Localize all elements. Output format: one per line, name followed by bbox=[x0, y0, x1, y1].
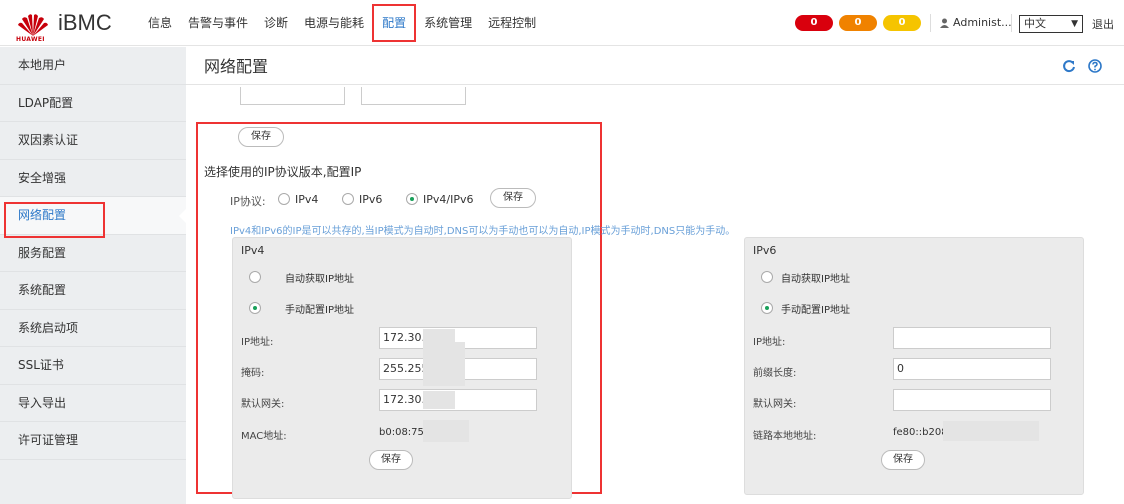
protocol-label: IP协议: bbox=[230, 195, 266, 208]
divider bbox=[930, 14, 931, 32]
mac-label: MAC地址: bbox=[241, 431, 287, 442]
ipv6-address-input[interactable] bbox=[893, 327, 1051, 349]
nav-diagnosis[interactable]: 诊断 bbox=[256, 0, 296, 46]
panel-title: IPv6 bbox=[753, 244, 777, 257]
divider bbox=[1011, 14, 1012, 32]
user-menu[interactable]: Administ... bbox=[940, 16, 1012, 29]
ipv6-save-button[interactable]: 保存 bbox=[881, 450, 925, 470]
user-name: Administ... bbox=[953, 16, 1012, 29]
ipv4-save-button[interactable]: 保存 bbox=[369, 450, 413, 470]
link-local-value: fe80::b208 bbox=[893, 427, 948, 438]
active-arrow bbox=[179, 209, 186, 223]
chevron-down-icon: ▼ bbox=[1071, 19, 1078, 29]
nav-remote-control[interactable]: 远程控制 bbox=[480, 0, 544, 46]
help-icon[interactable] bbox=[1088, 59, 1102, 73]
section-title: 选择使用的IP协议版本,配置IP bbox=[204, 165, 362, 179]
radio-ipv4-manual[interactable] bbox=[249, 302, 261, 314]
ipv4-gateway-input[interactable]: 172.30.3 bbox=[379, 389, 537, 411]
sidebar-item-ldap[interactable]: LDAP配置 bbox=[0, 85, 186, 122]
save-button[interactable]: 保存 bbox=[238, 127, 284, 147]
nav-alarms[interactable]: 告警与事件 bbox=[180, 0, 256, 46]
field-stub bbox=[240, 87, 345, 105]
nav-power[interactable]: 电源与能耗 bbox=[296, 0, 372, 46]
ipv6-prefix-input[interactable]: 0 bbox=[893, 358, 1051, 380]
highlight-box bbox=[4, 202, 105, 238]
radio-label: IPv4/IPv6 bbox=[423, 193, 474, 206]
redaction bbox=[423, 391, 455, 409]
mask-label: 掩码: bbox=[241, 368, 265, 379]
radio-ipv4-ipv6[interactable] bbox=[406, 193, 418, 205]
radio-ipv4[interactable] bbox=[278, 193, 290, 205]
sidebar: 本地用户 LDAP配置 双因素认证 安全增强 网络配置 服务配置 系统配置 系统… bbox=[0, 47, 186, 504]
link-local-label: 链路本地地址: bbox=[753, 431, 817, 442]
nav-system-management[interactable]: 系统管理 bbox=[416, 0, 480, 46]
radio-label: 手动配置IP地址 bbox=[285, 305, 354, 316]
radio-ipv6[interactable] bbox=[342, 193, 354, 205]
radio-label: IPv4 bbox=[295, 193, 319, 206]
radio-ipv6-auto[interactable] bbox=[761, 271, 773, 283]
ipv6-gateway-input[interactable] bbox=[893, 389, 1051, 411]
prefix-label: 前缀长度: bbox=[753, 368, 797, 379]
main-content: 网络配置 保存 选择使用的IP协议版本,配置IP IP协议: IPv4 IPv6… bbox=[186, 47, 1124, 504]
field-stub bbox=[361, 87, 466, 105]
radio-label: 手动配置IP地址 bbox=[781, 305, 850, 316]
nav-info[interactable]: 信息 bbox=[140, 0, 180, 46]
gateway-label: 默认网关: bbox=[753, 399, 797, 410]
major-alarm-badge[interactable]: 0 bbox=[839, 15, 877, 31]
ip-label: IP地址: bbox=[753, 337, 786, 348]
sidebar-item-services[interactable]: 服务配置 bbox=[0, 235, 186, 272]
brand-title: iBMC bbox=[58, 10, 112, 35]
critical-alarm-badge[interactable]: 0 bbox=[795, 15, 833, 31]
radio-label: 自动获取IP地址 bbox=[285, 274, 354, 285]
sidebar-item-license[interactable]: 许可证管理 bbox=[0, 422, 186, 460]
ipv6-panel: IPv6 自动获取IP地址 手动配置IP地址 IP地址: 前缀长度: 0 默认网… bbox=[744, 237, 1084, 495]
ip-label: IP地址: bbox=[241, 337, 274, 348]
sidebar-item-boot[interactable]: 系统启动项 bbox=[0, 310, 186, 347]
refresh-icon[interactable] bbox=[1062, 59, 1076, 73]
sidebar-item-system[interactable]: 系统配置 bbox=[0, 272, 186, 310]
mac-value: b0:08:75 bbox=[379, 427, 424, 438]
sidebar-item-import-export[interactable]: 导入导出 bbox=[0, 385, 186, 422]
main-nav: 信息 告警与事件 诊断 电源与能耗 配置 系统管理 远程控制 bbox=[140, 0, 544, 46]
gateway-label: 默认网关: bbox=[241, 399, 285, 410]
ipv4-panel: IPv4 自动获取IP地址 手动配置IP地址 IP地址: 172.30.3 掩码… bbox=[232, 237, 572, 499]
language-select[interactable]: 中文 ▼ bbox=[1019, 15, 1083, 33]
sidebar-item-security[interactable]: 安全增强 bbox=[0, 160, 186, 197]
logo-text: HUAWEI bbox=[16, 36, 45, 43]
info-note: IPv4和IPv6的IP是可以共存的,当IP模式为自动时,DNS可以为手动也可以… bbox=[230, 226, 736, 237]
sidebar-item-network[interactable]: 网络配置 bbox=[0, 197, 186, 238]
nav-config[interactable]: 配置 bbox=[372, 4, 417, 42]
top-bar: HUAWEI iBMC 信息 告警与事件 诊断 电源与能耗 配置 系统管理 远程… bbox=[0, 0, 1124, 46]
page-title: 网络配置 bbox=[204, 57, 269, 76]
language-value: 中文 bbox=[1024, 17, 1046, 30]
radio-label: IPv6 bbox=[359, 193, 383, 206]
panel-title: IPv4 bbox=[241, 244, 265, 257]
sidebar-item-local-users[interactable]: 本地用户 bbox=[0, 47, 186, 85]
logout-link[interactable]: 退出 bbox=[1092, 16, 1114, 32]
alarm-badges: 0 0 0 bbox=[795, 15, 921, 31]
radio-ipv4-auto[interactable] bbox=[249, 271, 261, 283]
sidebar-item-ssl[interactable]: SSL证书 bbox=[0, 347, 186, 385]
title-divider bbox=[186, 84, 1124, 85]
protocol-save-button[interactable]: 保存 bbox=[490, 188, 536, 208]
radio-label: 自动获取IP地址 bbox=[781, 274, 850, 285]
minor-alarm-badge[interactable]: 0 bbox=[883, 15, 921, 31]
redaction bbox=[943, 421, 1039, 441]
user-icon bbox=[940, 18, 949, 28]
redaction bbox=[423, 342, 465, 386]
sidebar-item-two-factor[interactable]: 双因素认证 bbox=[0, 122, 186, 160]
redaction bbox=[423, 420, 469, 442]
radio-ipv6-manual[interactable] bbox=[761, 302, 773, 314]
